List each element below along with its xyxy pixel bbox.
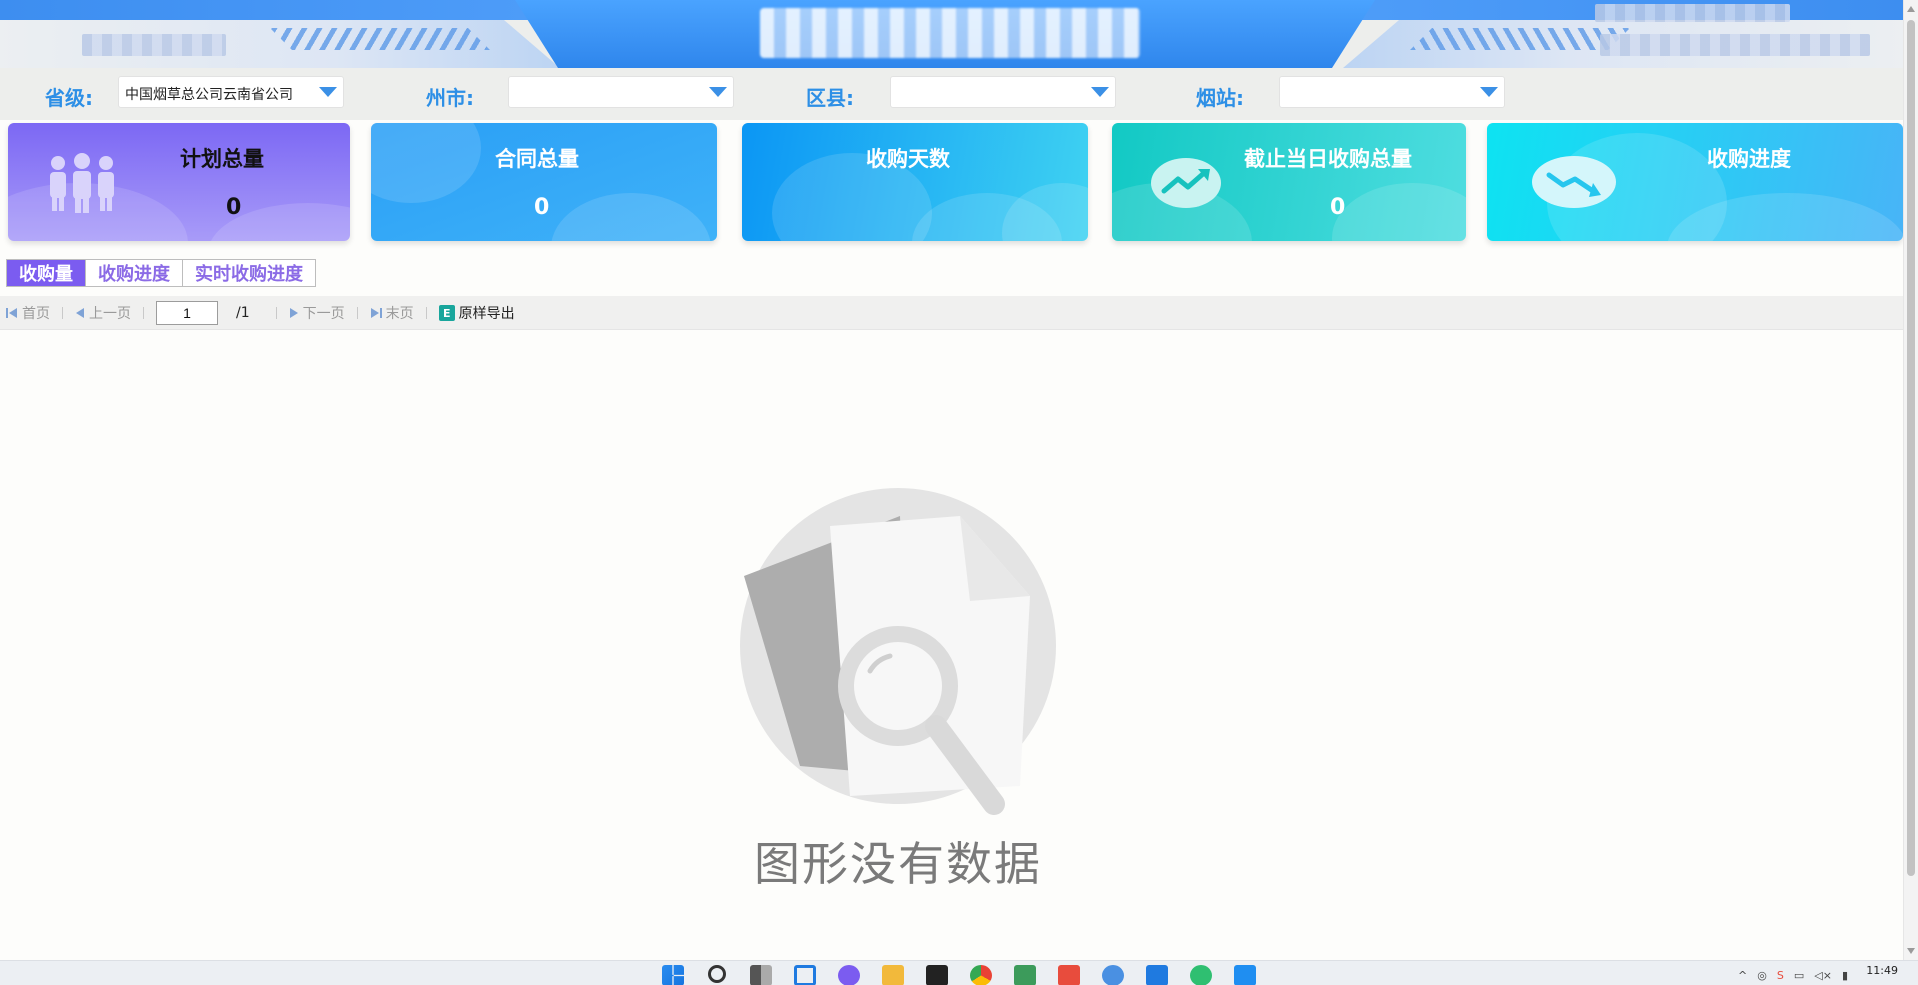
file-explorer-icon[interactable] [882,965,904,985]
pager-toolbar: 首页 上一页 /1 下一页 末页 E 原样导出 [0,296,1903,330]
city-select[interactable] [508,76,734,108]
system-tray: ^ ◎ S ▭ ◁× ▮ [1738,969,1848,982]
banner-title-redacted [760,8,1140,58]
stat-card-to-date-total: 截止当日收购总量 0 [1112,123,1466,241]
station-select[interactable] [1279,76,1505,108]
chevron-down-icon [1480,87,1498,97]
people-icon [50,153,114,213]
stat-card-plan-total: 计划总量 0 [8,123,350,241]
task-view-icon[interactable] [750,965,772,985]
battery-icon[interactable]: ▮ [1842,969,1848,982]
tab-realtime-progress[interactable]: 实时收购进度 [183,260,315,286]
card-title: 合同总量 [495,147,579,171]
no-data-illustration-icon [740,488,1056,815]
page-total: /1 [236,304,250,321]
divider [275,306,277,319]
redacted-right-text-2 [1600,34,1870,56]
chart-tabs: 收购量 收购进度 实时收购进度 [6,259,316,287]
scroll-up-icon[interactable] [1907,6,1915,12]
card-decoration [551,193,711,241]
search-icon[interactable] [708,965,726,983]
stat-card-purchase-days: 收购天数 [742,123,1088,241]
first-page-button[interactable]: 首页 [0,303,56,323]
notepad-icon[interactable] [1146,965,1168,985]
export-button[interactable]: E 原样导出 [433,303,521,323]
city-label: 州市: [426,86,474,110]
clock[interactable]: 11:49 [1866,964,1898,977]
stat-card-contract-total: 合同总量 0 [371,123,717,241]
terminal-icon[interactable] [926,965,948,985]
svg-text:E: E [443,307,451,320]
card-title: 收购天数 [866,147,950,171]
first-page-label: 首页 [22,305,50,322]
wechat-icon[interactable] [1190,965,1212,985]
divider [425,306,427,319]
tab-purchase-volume[interactable]: 收购量 [7,260,86,286]
card-title: 收购进度 [1707,147,1791,171]
vertical-scrollbar[interactable] [1903,0,1918,960]
card-title: 截止当日收购总量 [1244,147,1412,171]
redacted-left-text [82,34,226,56]
stat-card-purchase-progress: 收购进度 [1487,123,1903,241]
province-label: 省级: [45,86,93,110]
banner-stripes-right [1410,28,1630,50]
card-value: 0 [226,195,242,220]
os-taskbar: ^ ◎ S ▭ ◁× ▮ 11:49 [0,960,1918,985]
excel-export-icon: E [438,304,455,321]
banner-stripes-left [270,28,490,50]
prev-page-button[interactable]: 上一页 [69,303,137,323]
trend-up-icon [1151,158,1221,208]
first-page-icon [6,307,17,318]
chevron-up-icon[interactable]: ^ [1738,969,1747,982]
station-label: 烟站: [1196,86,1244,110]
province-select[interactable]: 中国烟草总公司云南省公司 [118,76,344,108]
card-decoration [371,123,481,203]
volume-muted-icon[interactable]: ◁× [1814,969,1832,982]
last-page-icon [370,307,382,318]
county-label: 区县: [806,86,854,110]
tab-purchase-progress[interactable]: 收购进度 [86,260,183,286]
export-label: 原样导出 [458,305,515,322]
scroll-down-icon[interactable] [1907,948,1915,954]
spreadsheet-icon[interactable] [1014,965,1036,985]
input-method-icon[interactable]: ◎ [1757,969,1767,982]
chrome-icon[interactable] [970,965,992,985]
card-decoration [1002,183,1088,241]
network-icon[interactable]: ▭ [1794,969,1804,982]
card-decoration [1332,183,1466,241]
page-number-input[interactable] [156,300,218,325]
card-value: 0 [534,195,550,220]
card-title: 计划总量 [180,147,264,171]
app-icon[interactable] [1234,965,1256,985]
divider [62,306,63,319]
last-page-button[interactable]: 末页 [364,303,420,323]
scroll-thumb[interactable] [1907,20,1915,876]
province-select-value: 中国烟草总公司云南省公司 [125,87,293,103]
prev-page-icon [76,307,84,318]
next-page-icon [289,307,298,318]
last-page-label: 末页 [385,305,414,322]
county-select[interactable] [890,76,1116,108]
teams-icon[interactable] [838,965,860,985]
app-icon[interactable] [1102,965,1124,985]
empty-state-message: 图形没有数据 [754,837,1042,891]
card-value: 0 [1330,195,1346,220]
widgets-icon[interactable] [794,965,816,985]
redacted-right-text-1 [1595,4,1790,22]
chevron-down-icon [319,87,337,97]
chevron-down-icon [1091,87,1109,97]
divider [356,306,358,319]
windows-start-icon[interactable] [662,965,684,985]
divider [143,306,144,319]
wps-icon[interactable] [1058,965,1080,985]
prev-page-label: 上一页 [89,305,131,322]
app-tray-icon[interactable]: S [1777,969,1784,982]
trend-down-icon [1532,156,1616,208]
next-page-button[interactable]: 下一页 [283,303,351,323]
next-page-label: 下一页 [302,305,345,322]
chevron-down-icon [709,87,727,97]
